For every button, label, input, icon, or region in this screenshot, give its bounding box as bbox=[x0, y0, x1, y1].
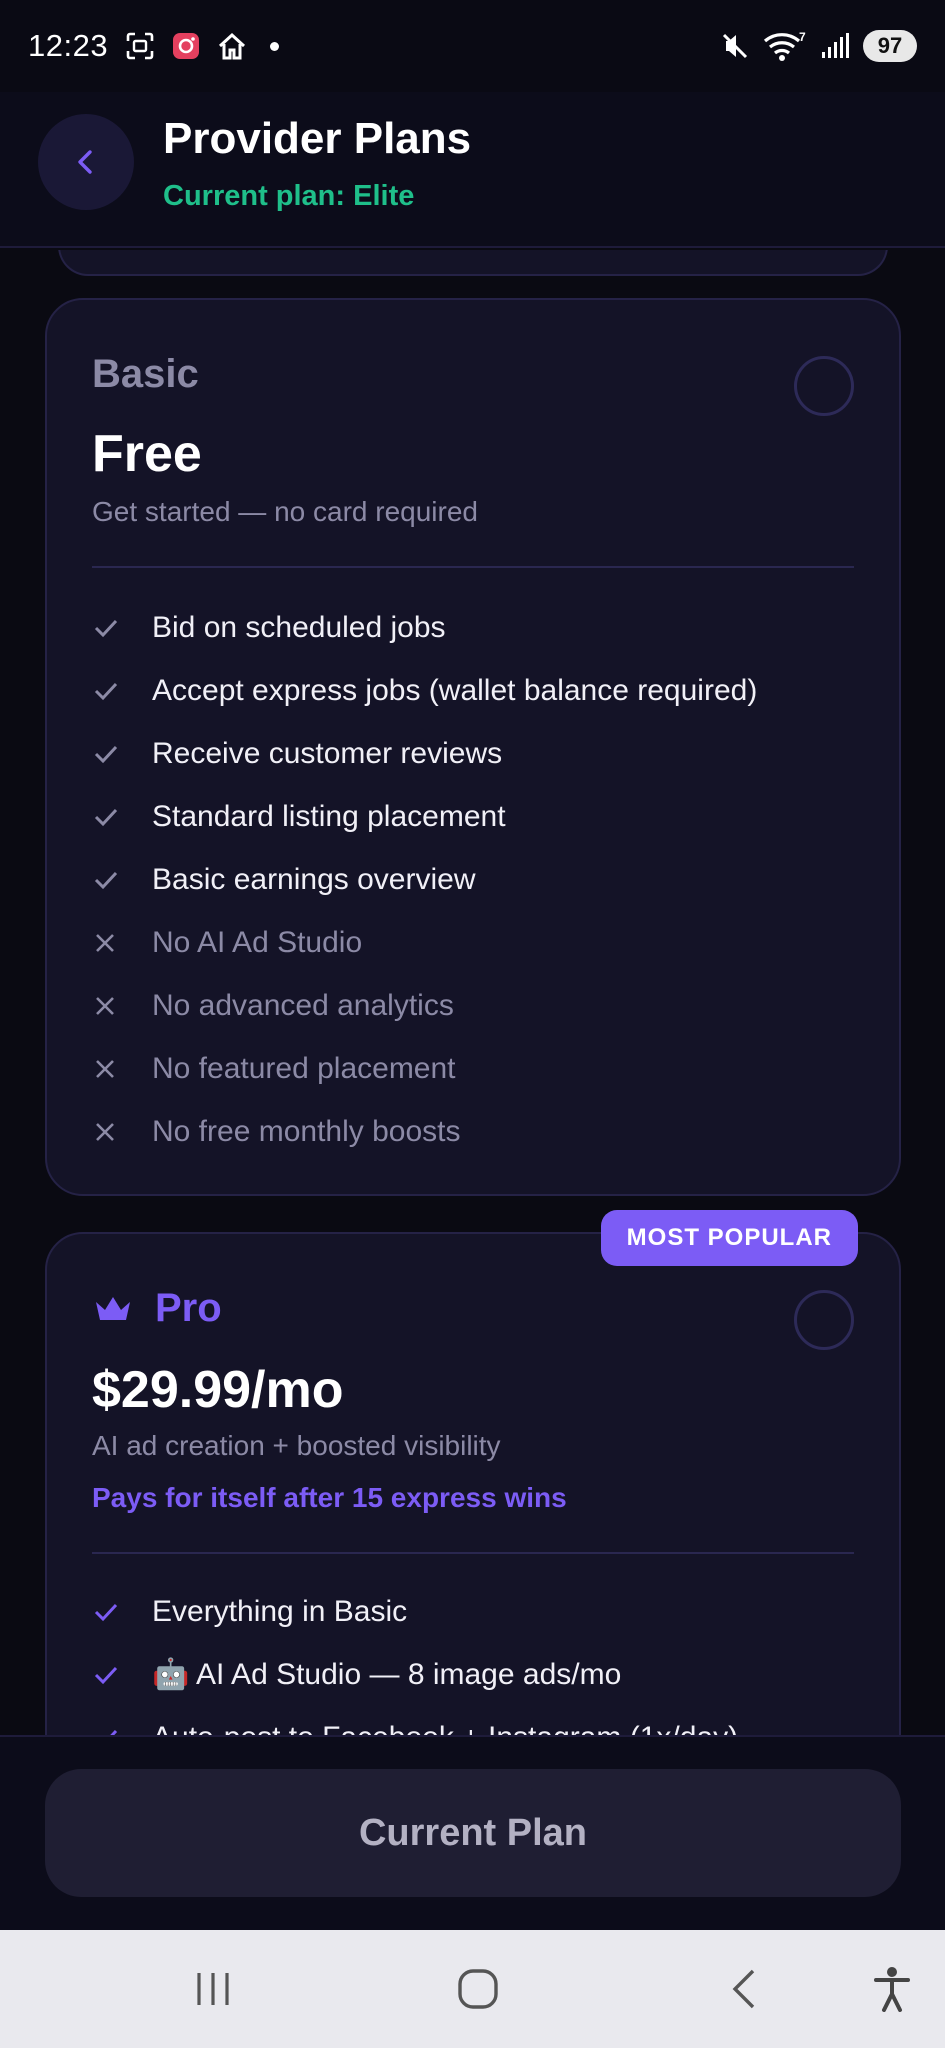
accessibility-icon bbox=[874, 1967, 910, 2012]
feature-item: Receive customer reviews bbox=[92, 722, 869, 785]
check-icon bbox=[92, 1661, 152, 1689]
plan-tagline: AI ad creation + boosted visibility bbox=[92, 1430, 501, 1461]
notification-dot bbox=[270, 41, 280, 51]
status-time: 12:23 bbox=[28, 28, 109, 63]
feature-item: No AI Ad Studio bbox=[92, 911, 869, 974]
x-icon bbox=[92, 993, 152, 1019]
signal-icon bbox=[819, 30, 851, 62]
home-icon bbox=[458, 1969, 498, 2009]
feature-item: Auto-post to Facebook + Instagram (1x/da… bbox=[92, 1706, 869, 1735]
screenshot-icon bbox=[124, 30, 156, 62]
plan-name: Pro bbox=[155, 1286, 222, 1330]
plan-card-basic[interactable]: Basic Free Get started — no card require… bbox=[45, 298, 901, 1196]
feature-label: Accept express jobs (wallet balance requ… bbox=[152, 673, 758, 707]
instagram-icon bbox=[170, 30, 202, 62]
plan-card-pro[interactable]: MOST POPULAR Pro $29.99/mo AI ad creatio… bbox=[45, 1210, 901, 1735]
feature-label: No featured placement bbox=[152, 1051, 456, 1085]
plan-promo: Pays for itself after 15 express wins bbox=[92, 1482, 567, 1513]
plan-radio-pro[interactable] bbox=[794, 1290, 854, 1350]
feature-item: No free monthly boosts bbox=[92, 1100, 869, 1163]
plan-price: $29.99/mo bbox=[92, 1361, 344, 1419]
feature-label: Everything in Basic bbox=[152, 1594, 408, 1628]
x-icon bbox=[92, 930, 152, 956]
current-plan-button[interactable]: Current Plan bbox=[45, 1769, 901, 1897]
check-icon bbox=[92, 803, 152, 831]
page-title: Provider Plans bbox=[163, 114, 472, 163]
current-plan-label: Current plan: Elite bbox=[163, 180, 415, 212]
status-right-icons: 7 97 bbox=[719, 30, 917, 62]
back-button[interactable] bbox=[38, 114, 134, 210]
feature-label: No AI Ad Studio bbox=[152, 925, 363, 959]
feature-label: Basic earnings overview bbox=[152, 862, 476, 896]
check-icon bbox=[92, 1598, 152, 1626]
svg-text:7: 7 bbox=[799, 30, 806, 44]
chevron-left-icon bbox=[78, 150, 92, 174]
plan-name: Basic bbox=[92, 352, 199, 396]
feature-label: No advanced analytics bbox=[152, 988, 454, 1022]
feature-item: Everything in Basic bbox=[92, 1580, 869, 1643]
check-icon bbox=[92, 1724, 152, 1735]
recent-apps-icon bbox=[197, 1973, 229, 2005]
home-icon bbox=[216, 30, 248, 62]
status-bar: 12:23 7 97 bbox=[0, 0, 945, 92]
feature-item: Accept express jobs (wallet balance requ… bbox=[92, 659, 869, 722]
feature-label: No free monthly boosts bbox=[152, 1114, 461, 1148]
crown-icon bbox=[93, 1294, 133, 1329]
feature-item: Bid on scheduled jobs bbox=[92, 596, 869, 659]
recent-apps-button[interactable] bbox=[153, 1930, 273, 2048]
home-button[interactable] bbox=[418, 1930, 538, 2048]
feature-label: Bid on scheduled jobs bbox=[152, 610, 446, 644]
divider bbox=[92, 1552, 854, 1554]
status-left-icons bbox=[124, 30, 280, 62]
feature-list: Bid on scheduled jobs Accept express job… bbox=[92, 596, 869, 1163]
wifi-icon: 7 bbox=[763, 30, 807, 62]
feature-item: No featured placement bbox=[92, 1037, 869, 1100]
check-icon bbox=[92, 740, 152, 768]
plan-radio-basic[interactable] bbox=[794, 356, 854, 416]
system-nav-bar bbox=[0, 1930, 945, 2048]
most-popular-badge: MOST POPULAR bbox=[600, 1210, 858, 1266]
plan-tagline: Get started — no card required bbox=[92, 496, 478, 527]
app-header: Provider Plans Current plan: Elite bbox=[0, 92, 945, 248]
back-icon bbox=[732, 1969, 755, 2009]
back-nav-button[interactable] bbox=[683, 1930, 803, 2048]
plans-scroll-area[interactable]: Basic Free Get started — no card require… bbox=[0, 250, 945, 1735]
feature-label: Auto-post to Facebook + Instagram (1x/da… bbox=[152, 1721, 738, 1736]
battery-indicator: 97 bbox=[863, 30, 917, 62]
plan-price: Free bbox=[92, 425, 202, 483]
x-icon bbox=[92, 1056, 152, 1082]
feature-label: Receive customer reviews bbox=[152, 736, 503, 770]
check-icon bbox=[92, 614, 152, 642]
check-icon bbox=[92, 677, 152, 705]
feature-item: 🤖 AI Ad Studio — 8 image ads/mo bbox=[92, 1643, 869, 1706]
previous-plan-card[interactable] bbox=[58, 250, 888, 276]
mute-icon bbox=[719, 30, 751, 62]
feature-list: Everything in Basic 🤖 AI Ad Studio — 8 i… bbox=[92, 1580, 869, 1735]
bottom-action-bar: Current Plan bbox=[0, 1735, 945, 1930]
feature-item: Standard listing placement bbox=[92, 785, 869, 848]
check-icon bbox=[92, 866, 152, 894]
feature-label: 🤖 AI Ad Studio — 8 image ads/mo bbox=[152, 1658, 622, 1691]
x-icon bbox=[92, 1119, 152, 1145]
accessibility-button[interactable] bbox=[832, 1930, 945, 2048]
feature-label: Standard listing placement bbox=[152, 799, 506, 833]
feature-item: Basic earnings overview bbox=[92, 848, 869, 911]
divider bbox=[92, 566, 854, 568]
feature-item: No advanced analytics bbox=[92, 974, 869, 1037]
